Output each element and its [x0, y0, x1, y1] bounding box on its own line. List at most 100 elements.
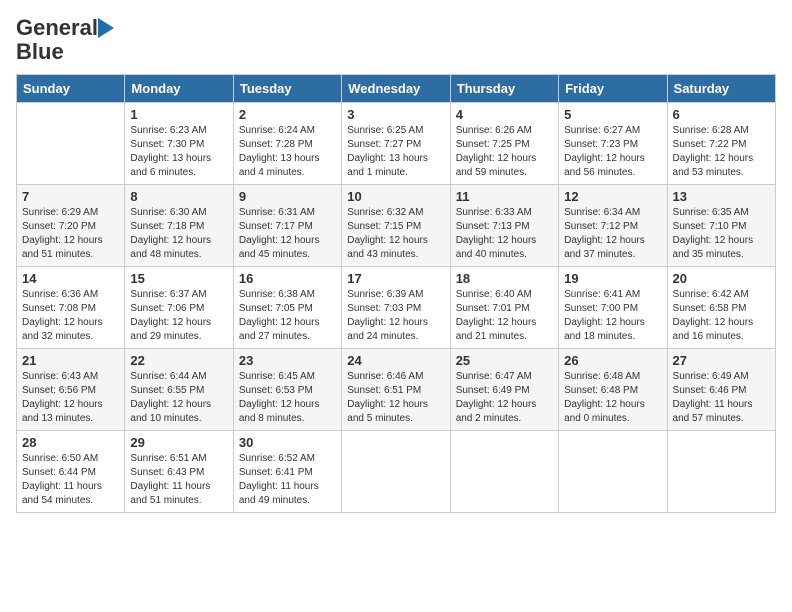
day-info: Sunrise: 6:43 AM Sunset: 6:56 PM Dayligh…	[22, 370, 119, 426]
day-info: Sunrise: 6:32 AM Sunset: 7:15 PM Dayligh…	[347, 206, 444, 262]
day-info: Sunrise: 6:38 AM Sunset: 7:05 PM Dayligh…	[239, 288, 336, 344]
day-info: Sunrise: 6:33 AM Sunset: 7:13 PM Dayligh…	[456, 206, 553, 262]
calendar-cell: 5Sunrise: 6:27 AM Sunset: 7:23 PM Daylig…	[559, 103, 667, 185]
calendar-cell: 23 Sunrise: 6:45 AM Sunset: 6:53 PM Dayli…	[233, 349, 341, 431]
calendar-cell: 2 Sunrise: 6:24 AM Sunset: 7:28 PM Daylig…	[233, 103, 341, 185]
day-info: Sunrise: 6:35 AM Sunset: 7:10 PM Dayligh…	[673, 206, 770, 262]
day-number: 14	[22, 271, 119, 286]
day-number: 30	[239, 435, 336, 450]
day-number: 4	[456, 107, 553, 122]
day-info: Sunrise: 6:26 AM Sunset: 7:25 PM Dayligh…	[456, 124, 553, 180]
calendar-cell: 7Sunrise: 6:29 AM Sunset: 7:20 PM Daylig…	[17, 185, 125, 267]
day-number: 28	[22, 435, 119, 450]
day-number: 19	[564, 271, 661, 286]
day-info: Sunrise: 6:49 AM Sunset: 6:46 PM Dayligh…	[673, 370, 770, 426]
day-info: Sunrise: 6:45 AM Sunset: 6:53 PM Dayligh…	[239, 370, 336, 426]
day-info: Sunrise: 6:25 AM Sunset: 7:27 PM Dayligh…	[347, 124, 444, 180]
day-number: 20	[673, 271, 770, 286]
calendar-cell: 12Sunrise: 6:34 AM Sunset: 7:12 PM Dayli…	[559, 185, 667, 267]
day-number: 12	[564, 189, 661, 204]
day-info: Sunrise: 6:24 AM Sunset: 7:28 PM Dayligh…	[239, 124, 336, 180]
day-info: Sunrise: 6:40 AM Sunset: 7:01 PM Dayligh…	[456, 288, 553, 344]
day-of-week-header: Sunday	[17, 75, 125, 103]
calendar-cell: 26 Sunrise: 6:48 AM Sunset: 6:48 PM Dayli…	[559, 349, 667, 431]
calendar-cell: 3 Sunrise: 6:25 AM Sunset: 7:27 PM Daylig…	[342, 103, 450, 185]
day-info: Sunrise: 6:48 AM Sunset: 6:48 PM Dayligh…	[564, 370, 661, 426]
day-number: 2	[239, 107, 336, 122]
day-info: Sunrise: 6:36 AM Sunset: 7:08 PM Dayligh…	[22, 288, 119, 344]
calendar-cell: 27 Sunrise: 6:49 AM Sunset: 6:46 PM Dayli…	[667, 349, 775, 431]
day-number: 25	[456, 353, 553, 368]
calendar-cell: 22 Sunrise: 6:44 AM Sunset: 6:55 PM Dayli…	[125, 349, 233, 431]
day-number: 9	[239, 189, 336, 204]
calendar-table: SundayMondayTuesdayWednesdayThursdayFrid…	[16, 74, 776, 513]
day-info: Sunrise: 6:47 AM Sunset: 6:49 PM Dayligh…	[456, 370, 553, 426]
day-number: 18	[456, 271, 553, 286]
day-info: Sunrise: 6:41 AM Sunset: 7:00 PM Dayligh…	[564, 288, 661, 344]
calendar-cell: 19 Sunrise: 6:41 AM Sunset: 7:00 PM Dayli…	[559, 267, 667, 349]
day-info: Sunrise: 6:46 AM Sunset: 6:51 PM Dayligh…	[347, 370, 444, 426]
calendar-cell: 11 Sunrise: 6:33 AM Sunset: 7:13 PM Dayli…	[450, 185, 558, 267]
calendar-cell: 1 Sunrise: 6:23 AM Sunset: 7:30 PM Daylig…	[125, 103, 233, 185]
calendar-cell: 10 Sunrise: 6:32 AM Sunset: 7:15 PM Dayli…	[342, 185, 450, 267]
day-info: Sunrise: 6:28 AM Sunset: 7:22 PM Dayligh…	[673, 124, 770, 180]
calendar-cell: 8Sunrise: 6:30 AM Sunset: 7:18 PM Daylig…	[125, 185, 233, 267]
day-number: 27	[673, 353, 770, 368]
day-info: Sunrise: 6:44 AM Sunset: 6:55 PM Dayligh…	[130, 370, 227, 426]
calendar-cell: 14 Sunrise: 6:36 AM Sunset: 7:08 PM Dayli…	[17, 267, 125, 349]
calendar-week-row: 7Sunrise: 6:29 AM Sunset: 7:20 PM Daylig…	[17, 185, 776, 267]
day-of-week-header: Thursday	[450, 75, 558, 103]
day-of-week-header: Wednesday	[342, 75, 450, 103]
calendar-cell	[559, 431, 667, 513]
logo-text-general: General	[16, 16, 98, 40]
day-info: Sunrise: 6:51 AM Sunset: 6:43 PM Dayligh…	[130, 452, 227, 508]
day-number: 16	[239, 271, 336, 286]
day-of-week-header: Friday	[559, 75, 667, 103]
day-of-week-header: Saturday	[667, 75, 775, 103]
calendar-cell: 30 Sunrise: 6:52 AM Sunset: 6:41 PM Dayli…	[233, 431, 341, 513]
calendar-cell: 4 Sunrise: 6:26 AM Sunset: 7:25 PM Daylig…	[450, 103, 558, 185]
calendar-cell: 9 Sunrise: 6:31 AM Sunset: 7:17 PM Daylig…	[233, 185, 341, 267]
day-of-week-header: Tuesday	[233, 75, 341, 103]
calendar-cell: 15Sunrise: 6:37 AM Sunset: 7:06 PM Dayli…	[125, 267, 233, 349]
calendar-header: SundayMondayTuesdayWednesdayThursdayFrid…	[17, 75, 776, 103]
day-number: 17	[347, 271, 444, 286]
day-number: 23	[239, 353, 336, 368]
calendar-cell: 29 Sunrise: 6:51 AM Sunset: 6:43 PM Dayli…	[125, 431, 233, 513]
day-number: 24	[347, 353, 444, 368]
day-number: 29	[130, 435, 227, 450]
day-number: 1	[130, 107, 227, 122]
day-number: 26	[564, 353, 661, 368]
day-info: Sunrise: 6:31 AM Sunset: 7:17 PM Dayligh…	[239, 206, 336, 262]
day-number: 10	[347, 189, 444, 204]
day-number: 3	[347, 107, 444, 122]
day-info: Sunrise: 6:29 AM Sunset: 7:20 PM Dayligh…	[22, 206, 119, 262]
logo: General Blue	[16, 16, 114, 64]
day-info: Sunrise: 6:52 AM Sunset: 6:41 PM Dayligh…	[239, 452, 336, 508]
logo-text-blue: Blue	[16, 40, 64, 64]
day-number: 6	[673, 107, 770, 122]
calendar-cell	[667, 431, 775, 513]
calendar-week-row: 28 Sunrise: 6:50 AM Sunset: 6:44 PM Dayli…	[17, 431, 776, 513]
day-info: Sunrise: 6:23 AM Sunset: 7:30 PM Dayligh…	[130, 124, 227, 180]
calendar-cell: 21 Sunrise: 6:43 AM Sunset: 6:56 PM Dayli…	[17, 349, 125, 431]
day-info: Sunrise: 6:39 AM Sunset: 7:03 PM Dayligh…	[347, 288, 444, 344]
day-number: 21	[22, 353, 119, 368]
calendar-cell: 13 Sunrise: 6:35 AM Sunset: 7:10 PM Dayli…	[667, 185, 775, 267]
page-header: General Blue	[16, 16, 776, 64]
logo-arrow-icon	[98, 18, 114, 38]
calendar-cell	[450, 431, 558, 513]
calendar-week-row: 14 Sunrise: 6:36 AM Sunset: 7:08 PM Dayli…	[17, 267, 776, 349]
day-info: Sunrise: 6:27 AM Sunset: 7:23 PM Dayligh…	[564, 124, 661, 180]
calendar-cell: 28 Sunrise: 6:50 AM Sunset: 6:44 PM Dayli…	[17, 431, 125, 513]
day-number: 22	[130, 353, 227, 368]
day-of-week-header: Monday	[125, 75, 233, 103]
calendar-cell: 6 Sunrise: 6:28 AM Sunset: 7:22 PM Daylig…	[667, 103, 775, 185]
calendar-week-row: 21 Sunrise: 6:43 AM Sunset: 6:56 PM Dayli…	[17, 349, 776, 431]
day-number: 13	[673, 189, 770, 204]
day-info: Sunrise: 6:50 AM Sunset: 6:44 PM Dayligh…	[22, 452, 119, 508]
calendar-week-row: 1 Sunrise: 6:23 AM Sunset: 7:30 PM Daylig…	[17, 103, 776, 185]
day-number: 11	[456, 189, 553, 204]
day-info: Sunrise: 6:42 AM Sunset: 6:58 PM Dayligh…	[673, 288, 770, 344]
calendar-cell: 18 Sunrise: 6:40 AM Sunset: 7:01 PM Dayli…	[450, 267, 558, 349]
